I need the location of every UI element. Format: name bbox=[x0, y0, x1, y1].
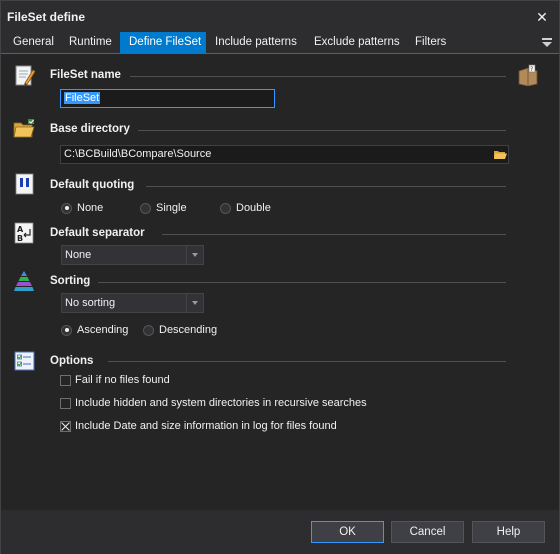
section-divider bbox=[162, 234, 506, 235]
sorting-title: Sorting bbox=[50, 275, 91, 287]
window-title: FileSet define bbox=[7, 10, 86, 24]
svg-text:?: ? bbox=[530, 66, 533, 73]
section-divider bbox=[98, 282, 506, 283]
base-directory-input[interactable]: C:\BCBuild\BCompare\Source bbox=[60, 145, 509, 164]
sorting-select[interactable]: No sorting bbox=[61, 293, 204, 313]
browse-folder-icon[interactable] bbox=[492, 146, 508, 163]
help-button[interactable]: Help bbox=[472, 521, 545, 543]
folder-icon bbox=[13, 119, 35, 138]
title-bar: FileSet define ✕ bbox=[1, 1, 559, 32]
ok-button[interactable]: OK bbox=[311, 521, 384, 543]
default-quoting-title: Default quoting bbox=[50, 179, 135, 191]
svg-text:B: B bbox=[17, 234, 23, 243]
tab-define-fileset[interactable]: Define FileSet bbox=[120, 32, 206, 53]
sort-ascending-radio[interactable]: Ascending bbox=[61, 324, 128, 336]
sort-descending-radio[interactable]: Descending bbox=[143, 324, 217, 336]
base-directory-title: Base directory bbox=[50, 123, 130, 135]
close-icon[interactable]: ✕ bbox=[533, 8, 551, 26]
default-separator-select[interactable]: None bbox=[61, 245, 204, 265]
quote-icon bbox=[15, 173, 34, 195]
separator-icon: A B bbox=[14, 222, 34, 244]
tab-include-patterns[interactable]: Include patterns bbox=[209, 32, 303, 53]
dialog-window: FileSet define ✕ General Runtime Define … bbox=[0, 0, 560, 554]
section-divider bbox=[146, 186, 506, 187]
quoting-single-radio[interactable]: Single bbox=[140, 202, 187, 214]
section-divider bbox=[108, 361, 506, 362]
tab-general[interactable]: General bbox=[7, 32, 60, 53]
section-divider bbox=[138, 130, 506, 131]
include-date-size-checkbox[interactable]: Include Date and size information in log… bbox=[60, 420, 337, 432]
dialog-footer: OK Cancel Help bbox=[1, 510, 559, 554]
options-title: Options bbox=[50, 355, 94, 367]
section-divider bbox=[130, 76, 506, 77]
fileset-name-input[interactable]: FileSet bbox=[60, 89, 275, 108]
fileset-name-title: FileSet name bbox=[50, 69, 121, 81]
tab-menu-icon[interactable] bbox=[541, 35, 553, 49]
svg-text:A: A bbox=[17, 225, 24, 234]
quoting-none-radio[interactable]: None bbox=[61, 202, 103, 214]
quoting-double-radio[interactable]: Double bbox=[220, 202, 271, 214]
options-checklist-icon bbox=[14, 351, 35, 371]
include-hidden-dirs-checkbox[interactable]: Include hidden and system directories in… bbox=[60, 397, 367, 409]
tab-filters[interactable]: Filters bbox=[409, 32, 452, 53]
sort-pyramid-icon bbox=[14, 271, 34, 291]
default-separator-title: Default separator bbox=[50, 227, 145, 239]
cancel-button[interactable]: Cancel bbox=[391, 521, 464, 543]
fail-if-no-files-checkbox[interactable]: Fail if no files found bbox=[60, 374, 170, 386]
tab-bar: General Runtime Define FileSet Include p… bbox=[1, 32, 559, 54]
notepad-pencil-icon bbox=[15, 65, 36, 87]
define-fileset-panel: FileSet name ? FileSet Base directory C:… bbox=[1, 54, 559, 510]
tab-runtime[interactable]: Runtime bbox=[63, 32, 118, 53]
tab-exclude-patterns[interactable]: Exclude patterns bbox=[308, 32, 406, 53]
help-book-icon[interactable]: ? bbox=[516, 64, 540, 88]
